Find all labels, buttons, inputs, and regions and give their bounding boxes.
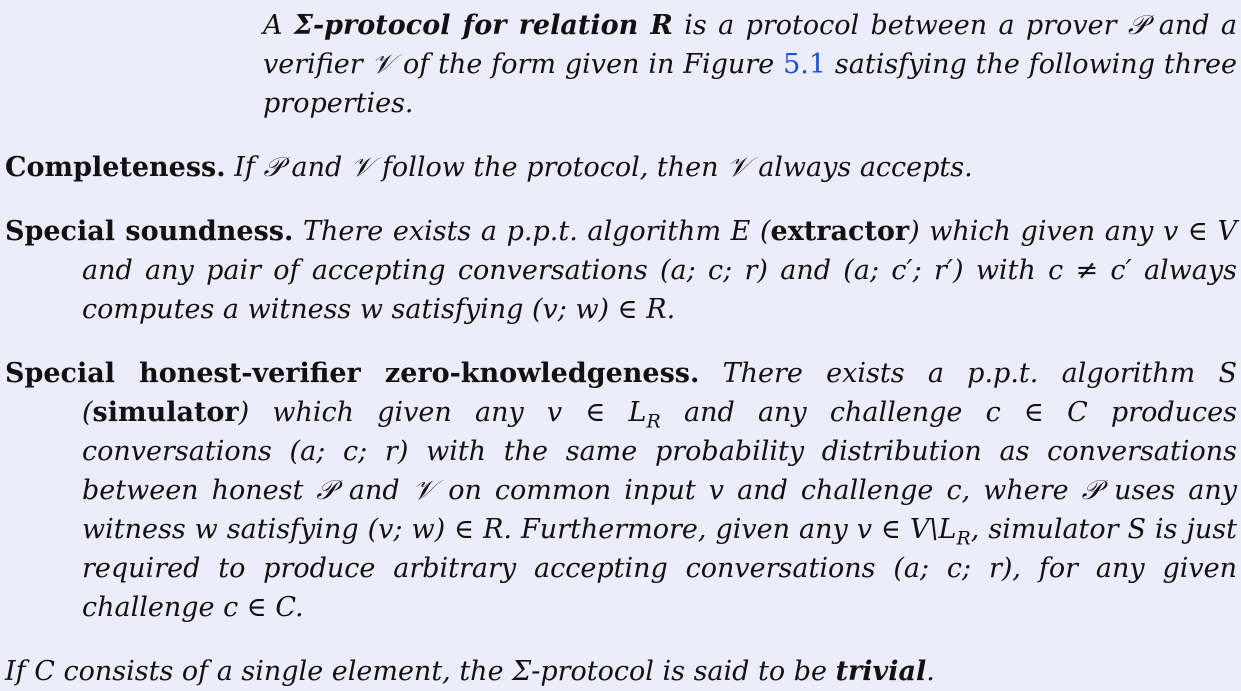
completeness-text: If 𝒫 and 𝒱 follow the protocol, then 𝒱 a… <box>225 152 973 183</box>
definition-box: A Σ-protocol for relation R is a protoco… <box>0 0 1241 687</box>
completeness-item: Completeness. If 𝒫 and 𝒱 follow the prot… <box>5 148 1237 187</box>
prover-symbol: 𝒫 <box>1127 10 1148 41</box>
intro-text-1: is a protocol between a prover <box>672 10 1128 41</box>
intro-lead: A <box>263 10 294 41</box>
intro-paragraph: A Σ-protocol for relation R is a protoco… <box>5 6 1237 123</box>
zk-text-2: ) which given any v ∈ L <box>238 397 647 428</box>
verifier-symbol: 𝒱 <box>371 49 395 80</box>
zero-knowledge-heading: Special honest-verifier zero-knowledgene… <box>5 358 700 389</box>
soundness-text-1: There exists a p.p.t. algorithm E ( <box>293 216 771 247</box>
zero-knowledge-item: Special honest-verifier zero-knowledgene… <box>5 354 1237 627</box>
definition-term: Σ-protocol for relation R <box>293 10 673 41</box>
completeness-heading: Completeness. <box>5 152 226 183</box>
extractor-term: extractor <box>770 216 910 247</box>
soundness-heading: Special soundness. <box>5 216 294 247</box>
zk-subscript-1: R <box>646 410 661 433</box>
trivial-text-2: . <box>926 656 935 687</box>
intro-text-3: of the form given in Figure <box>394 49 784 80</box>
trivial-paragraph: If C consists of a single element, the Σ… <box>5 652 1237 691</box>
simulator-term: simulator <box>92 397 239 428</box>
zk-subscript-2: R <box>956 527 971 550</box>
trivial-text-1: If C consists of a single element, the Σ… <box>5 656 836 687</box>
trivial-term: trivial <box>835 656 927 687</box>
soundness-item: Special soundness. There exists a p.p.t.… <box>5 212 1237 329</box>
figure-link[interactable]: 5.1 <box>783 49 826 80</box>
